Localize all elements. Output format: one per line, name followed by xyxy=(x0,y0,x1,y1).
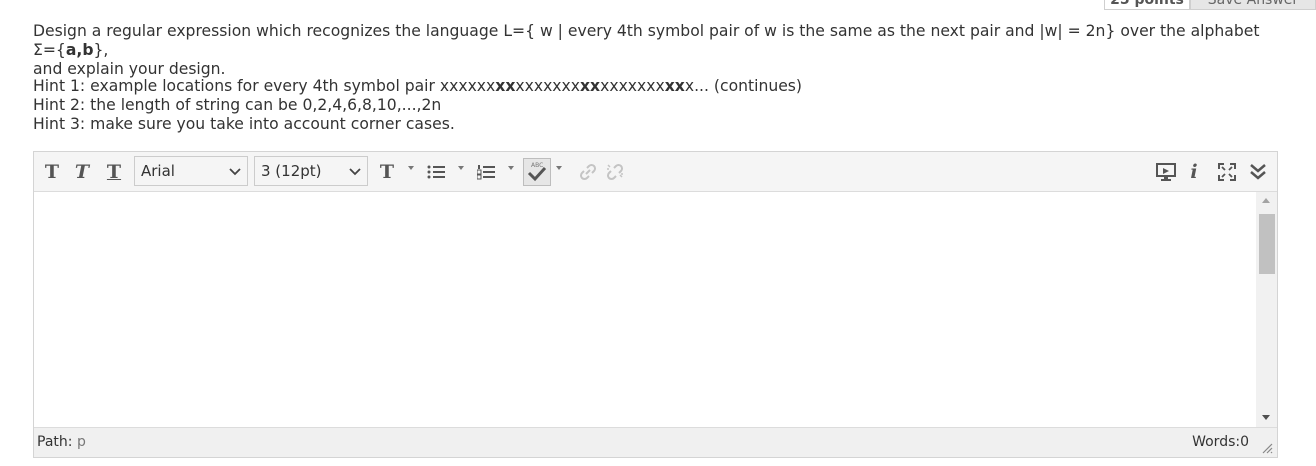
alphabet-symbol-a: a xyxy=(65,41,77,59)
hint-2: Hint 2: the length of string can be 0,2,… xyxy=(33,96,442,114)
resize-grip-icon[interactable] xyxy=(1261,442,1273,454)
chevron-down-icon xyxy=(229,168,241,176)
text-color-button[interactable]: T xyxy=(376,158,398,186)
preview-icon[interactable] xyxy=(1155,161,1177,183)
spellcheck-button[interactable]: ABC xyxy=(523,158,551,186)
alphabet-symbol-b: b xyxy=(82,41,94,59)
insert-link-icon[interactable] xyxy=(578,162,598,182)
hint-1-bold-1: xx xyxy=(495,77,516,95)
fullscreen-icon[interactable] xyxy=(1216,161,1238,183)
editor-content-area[interactable] xyxy=(34,192,1256,428)
hint-1-mid-1: xxxxxxx xyxy=(515,77,580,95)
hint-1-mid-2: xxxxxxx xyxy=(600,77,665,95)
question-part-1: Design a regular expression which recogn… xyxy=(33,22,1260,59)
path-value[interactable]: p xyxy=(77,434,86,450)
numbered-list-dropdown-icon[interactable] xyxy=(508,166,514,170)
hint-1-post: x... (continues) xyxy=(684,77,803,95)
hints: Hint 1: example locations for every 4th … xyxy=(33,77,1233,134)
hint-1-bold-3: xx xyxy=(664,77,685,95)
editor-scrollbar[interactable] xyxy=(1256,192,1277,428)
editor-statusbar: Path: p Words:0 xyxy=(34,427,1277,457)
element-path: Path: p xyxy=(37,434,86,450)
scroll-up-arrow-icon[interactable] xyxy=(1262,198,1270,203)
chevron-down-icon xyxy=(349,168,361,176)
unlink-icon[interactable] xyxy=(604,162,626,182)
editor-toolbar: T T T Arial 3 (12pt) T ABC i xyxy=(34,152,1277,192)
scrollbar-thumb[interactable] xyxy=(1259,214,1275,274)
spellcheck-dropdown-icon[interactable] xyxy=(556,166,562,170)
bullet-list-dropdown-icon[interactable] xyxy=(458,166,464,170)
hint-1-pre: Hint 1: example locations for every 4th … xyxy=(33,77,496,95)
numbered-list-icon[interactable] xyxy=(477,164,495,180)
hint-1: Hint 1: example locations for every 4th … xyxy=(33,77,1233,96)
double-chevron-down-icon[interactable] xyxy=(1248,161,1268,183)
path-label: Path: xyxy=(37,434,73,450)
bullet-list-icon[interactable] xyxy=(427,164,445,180)
info-button[interactable]: i xyxy=(1186,158,1202,186)
spellcheck-label: ABC xyxy=(531,162,543,169)
hint-1-bold-2: xx xyxy=(580,77,601,95)
question-text: Design a regular expression which recogn… xyxy=(33,22,1283,79)
scroll-down-arrow-icon[interactable] xyxy=(1262,415,1270,420)
top-tabs: 25 points Save Answer xyxy=(1104,0,1316,10)
font-size-value: 3 (12pt) xyxy=(261,162,322,180)
save-answer-button[interactable]: Save Answer xyxy=(1190,0,1316,10)
spellcheck-icon: ABC xyxy=(527,162,547,182)
word-count: Words:0 xyxy=(1192,434,1249,450)
italic-button[interactable]: T xyxy=(72,158,92,186)
hint-3: Hint 3: make sure you take into account … xyxy=(33,115,455,133)
font-size-select[interactable]: 3 (12pt) xyxy=(254,156,368,186)
question-part-2: }, xyxy=(93,41,109,59)
points-label: 25 points xyxy=(1104,0,1190,10)
font-family-select[interactable]: Arial xyxy=(134,156,248,186)
text-color-dropdown-icon[interactable] xyxy=(408,166,414,170)
bold-button[interactable]: T xyxy=(42,158,62,186)
question-line-1: Design a regular expression which recogn… xyxy=(33,22,1283,60)
font-family-value: Arial xyxy=(141,162,175,180)
underline-button[interactable]: T xyxy=(104,158,124,186)
rich-text-editor: T T T Arial 3 (12pt) T ABC i Path: p Wor… xyxy=(33,151,1278,458)
